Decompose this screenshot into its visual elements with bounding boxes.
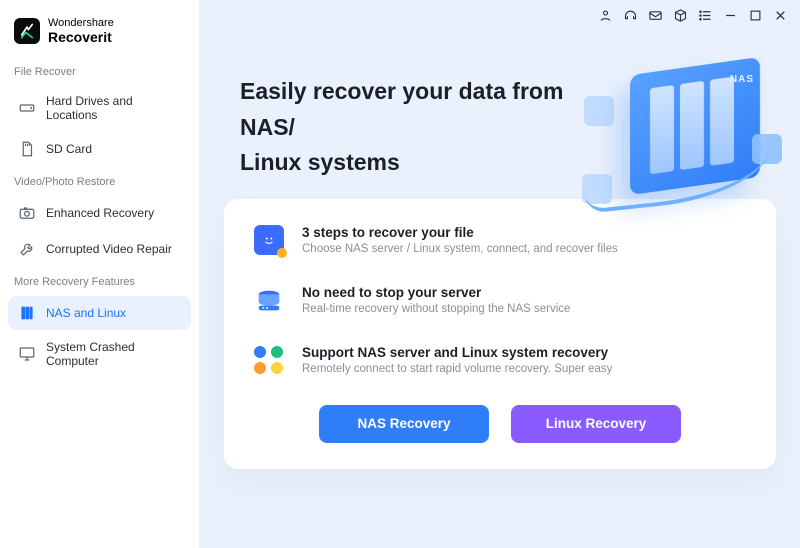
brand-text: Wondershare Recoverit (48, 18, 114, 44)
brand-line1: Wondershare (48, 18, 114, 30)
linux-recovery-button[interactable]: Linux Recovery (511, 405, 681, 443)
recoverit-logo-icon (19, 23, 35, 39)
section-more-features-label: More Recovery Features (8, 268, 191, 294)
wrench-icon (18, 240, 36, 258)
action-row: NAS Recovery Linux Recovery (254, 405, 746, 443)
sidebar-item-label: NAS and Linux (46, 306, 126, 320)
main-content: Easily recover your data from NAS/ Linux… (200, 0, 800, 548)
illus-chip-image-icon (752, 134, 782, 164)
four-dots-icon (254, 345, 284, 375)
sidebar-item-corrupted-video-repair[interactable]: Corrupted Video Repair (8, 232, 191, 266)
sidebar-item-label: System Crashed Computer (46, 340, 181, 368)
monitor-icon (18, 345, 36, 363)
server-icon (18, 304, 36, 322)
page-title-line1: Easily recover your data from NAS/ (240, 78, 563, 140)
section-file-recover-label: File Recover (8, 58, 191, 84)
feature-support-nas-linux: Support NAS server and Linux system reco… (254, 345, 746, 375)
sdcard-icon (18, 140, 36, 158)
feature-desc: Choose NAS server / Linux system, connec… (302, 243, 618, 255)
illus-nas-label: NAS (730, 74, 754, 85)
hero: Easily recover your data from NAS/ Linux… (200, 0, 800, 199)
brand-line2: Recoverit (48, 30, 114, 45)
sidebar: Wondershare Recoverit File Recover Hard … (0, 0, 200, 548)
page-title-line2: Linux systems (240, 149, 400, 175)
sidebar-item-label: Hard Drives and Locations (46, 94, 181, 122)
sidebar-item-nas-linux[interactable]: NAS and Linux (8, 296, 191, 330)
sidebar-item-label: Enhanced Recovery (46, 206, 154, 220)
feature-title: 3 steps to recover your file (302, 225, 618, 240)
feature-no-stop-server: No need to stop your server Real-time re… (254, 285, 746, 315)
feature-desc: Remotely connect to start rapid volume r… (302, 363, 612, 375)
sidebar-item-label: Corrupted Video Repair (46, 242, 172, 256)
server-disk-icon (254, 285, 284, 315)
feature-card: 3 steps to recover your file Choose NAS … (224, 199, 776, 469)
brand: Wondershare Recoverit (8, 14, 191, 58)
illus-nas-box (630, 57, 760, 195)
feature-title: Support NAS server and Linux system reco… (302, 345, 612, 360)
nas-recovery-button[interactable]: NAS Recovery (319, 405, 489, 443)
feature-3-steps: 3 steps to recover your file Choose NAS … (254, 225, 746, 255)
smiley-screen-icon (254, 225, 284, 255)
brand-logo (14, 18, 40, 44)
sidebar-item-system-crashed[interactable]: System Crashed Computer (8, 332, 191, 376)
sidebar-item-sd-card[interactable]: SD Card (8, 132, 191, 166)
hdd-icon (18, 99, 36, 117)
page-title: Easily recover your data from NAS/ Linux… (240, 74, 620, 181)
sidebar-item-label: SD Card (46, 142, 92, 156)
camera-icon (18, 204, 36, 222)
feature-title: No need to stop your server (302, 285, 570, 300)
sidebar-item-hard-drives[interactable]: Hard Drives and Locations (8, 86, 191, 130)
feature-desc: Real-time recovery without stopping the … (302, 303, 570, 315)
section-video-photo-label: Video/Photo Restore (8, 168, 191, 194)
sidebar-item-enhanced-recovery[interactable]: Enhanced Recovery (8, 196, 191, 230)
